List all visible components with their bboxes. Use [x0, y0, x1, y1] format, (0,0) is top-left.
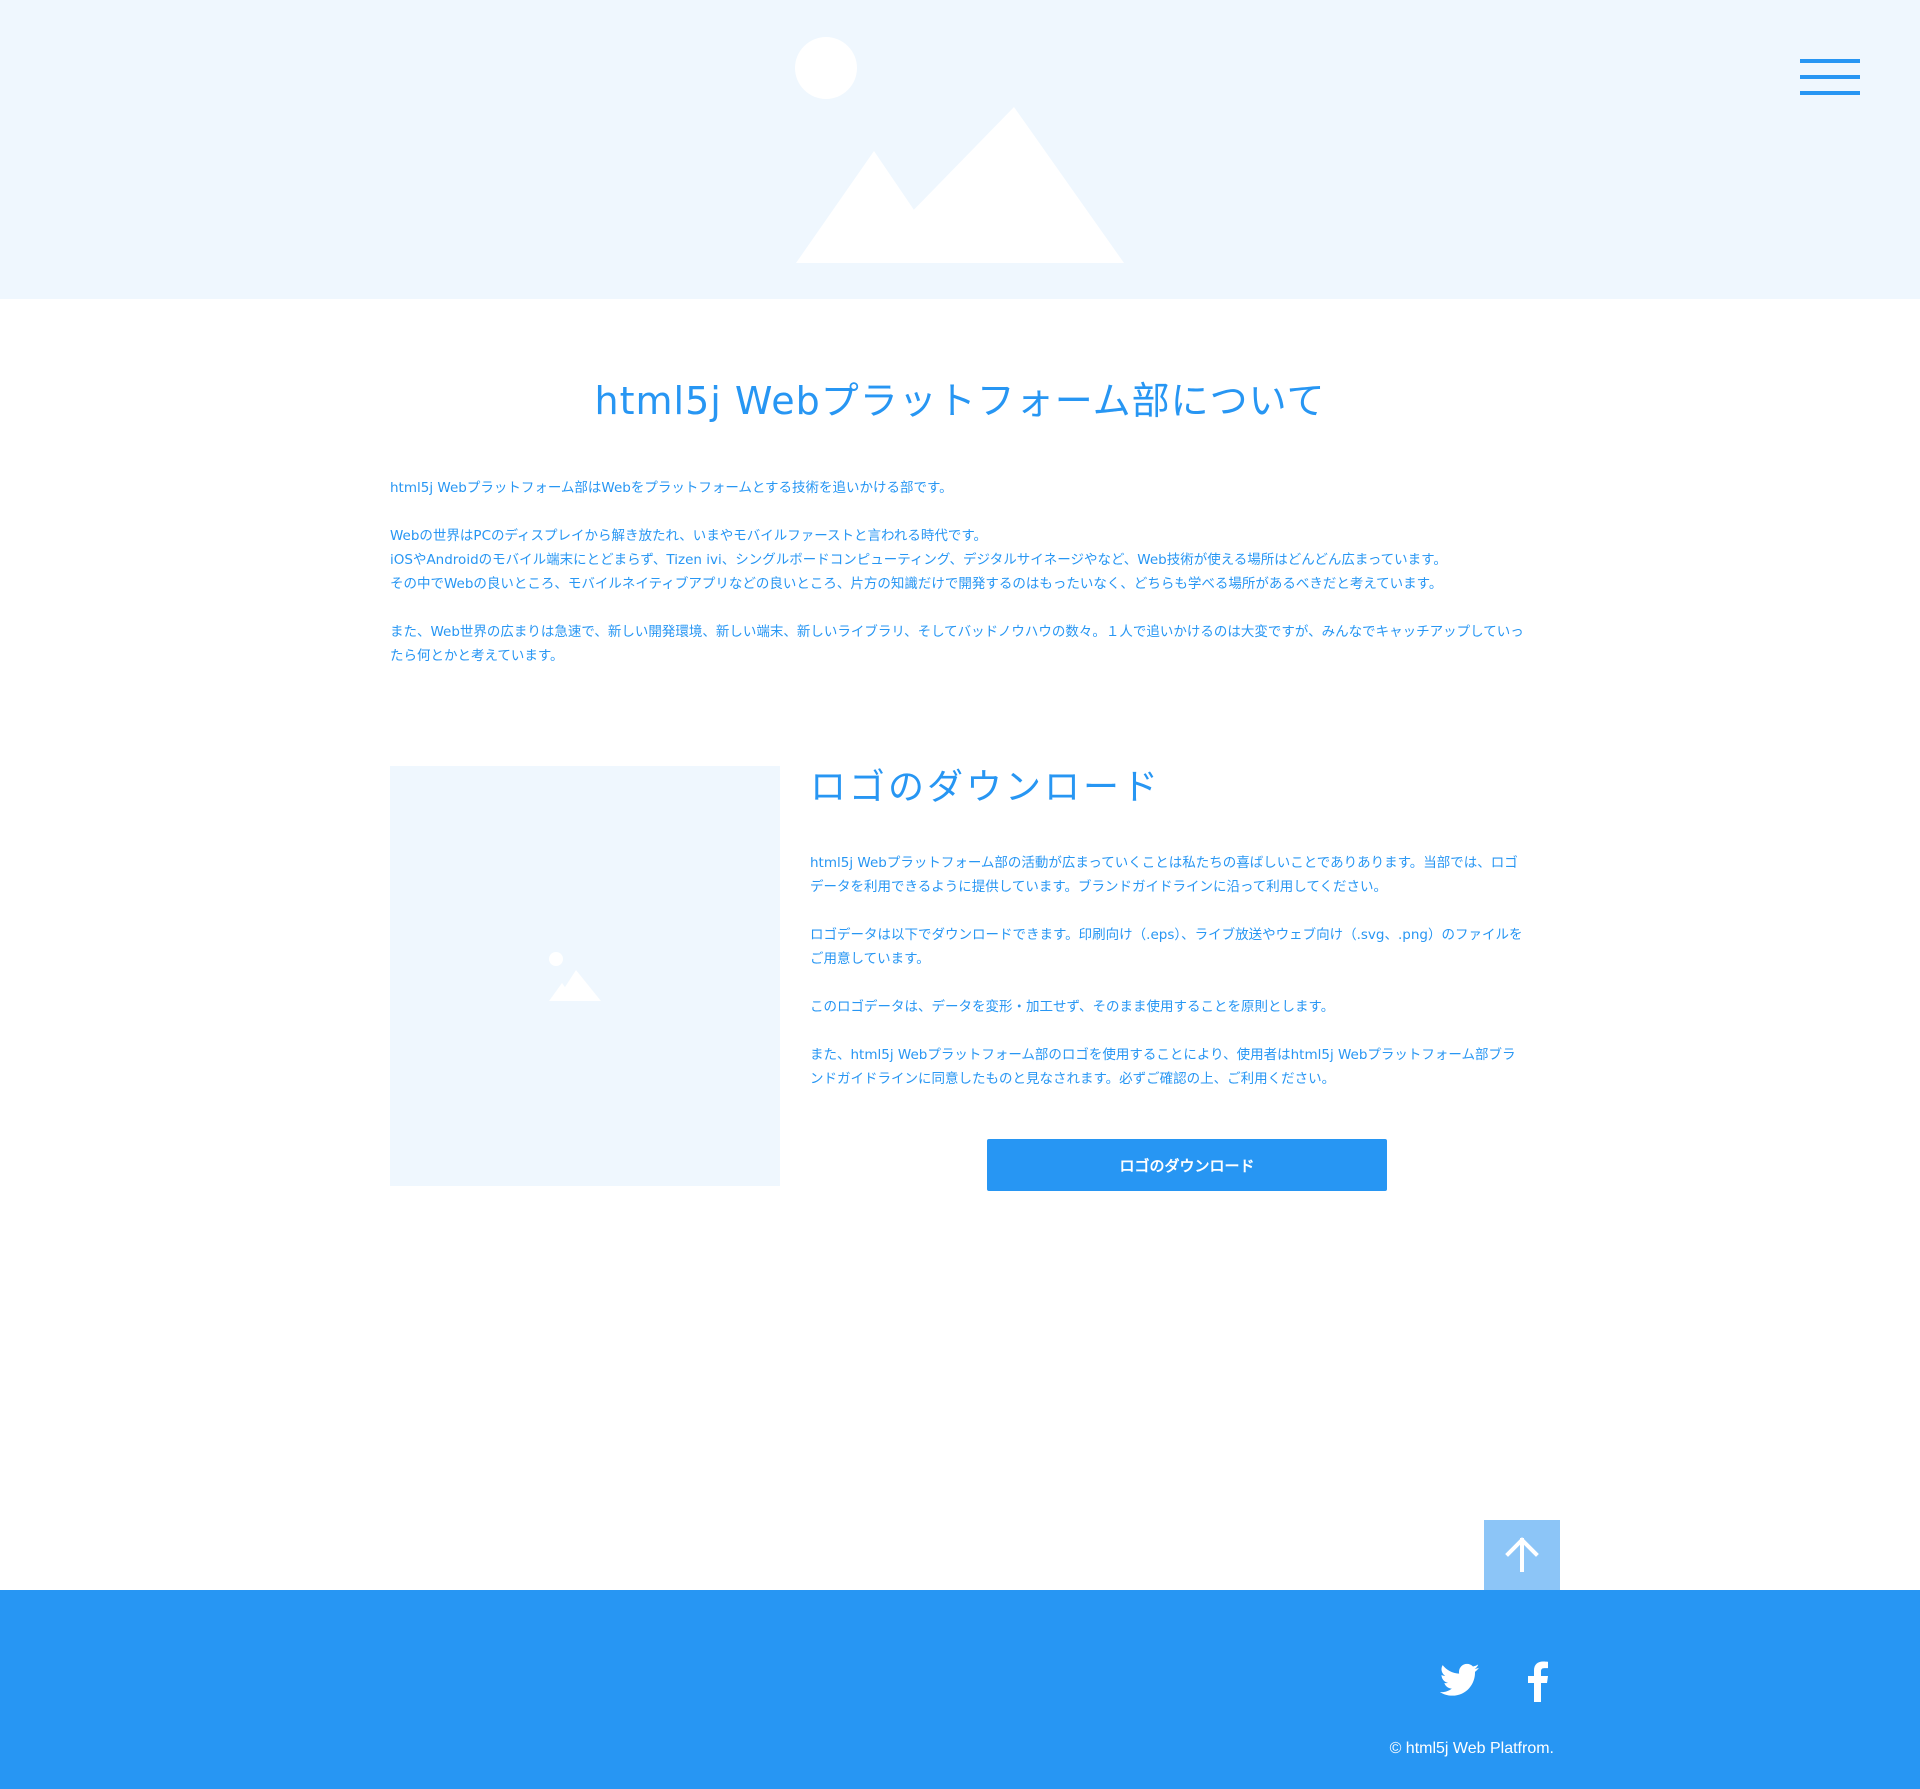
about-line: Webの世界はPCのディスプレイから解き放たれ、いまやモバイルファーストと言われ… — [390, 528, 987, 544]
logo-download-button[interactable]: ロゴのダウンロード — [987, 1139, 1387, 1191]
about-paragraph: html5j Webプラットフォーム部はWebをプラットフォームとする技術を追い… — [390, 476, 1525, 500]
about-body: html5j Webプラットフォーム部はWebをプラットフォームとする技術を追い… — [390, 476, 1525, 692]
logo-image-placeholder — [390, 766, 780, 1186]
about-line: また、Web世界の広まりは急速で、新しい開発環境、新しい端末、新しいライブラリ、… — [390, 624, 1524, 664]
sun-shape — [549, 952, 563, 966]
logo-download-title: ロゴのダウンロード — [810, 767, 1162, 808]
hamburger-menu-button[interactable] — [1795, 55, 1861, 103]
footer: © html5j Web Platfrom. — [0, 1590, 1920, 1789]
menu-line — [1800, 91, 1860, 95]
arrow-up-icon — [1505, 1537, 1539, 1572]
about-line: iOSやAndroidのモバイル端末にとどまらず、Tizen ivi、シングルボ… — [390, 552, 1447, 568]
facebook-icon — [1528, 1661, 1548, 1702]
back-to-top-button[interactable] — [1484, 1520, 1560, 1590]
large-mountain-shape — [862, 107, 1124, 263]
about-line: その中でWebの良いところ、モバイルネイティブアプリなどの良いところ、片方の知識… — [390, 576, 1443, 592]
hero-header — [0, 0, 1920, 299]
twitter-icon — [1439, 1663, 1480, 1696]
logo-paragraph: html5j Webプラットフォーム部の活動が広まっていくことは私たちの喜ばしい… — [810, 855, 1518, 895]
hero-image-placeholder-icon — [795, 37, 1124, 263]
about-title: html5j Webプラットフォーム部について — [594, 379, 1326, 423]
logo-paragraph: このロゴデータは、データを変形・加工せず、そのまま使用することを原則とします。 — [810, 999, 1335, 1015]
about-line: html5j Webプラットフォーム部はWebをプラットフォームとする技術を追い… — [390, 480, 953, 496]
image-placeholder-icon — [549, 952, 601, 1001]
menu-line — [1800, 59, 1860, 63]
copyright-text: © html5j Web Platfrom. — [1389, 1740, 1554, 1757]
twitter-link[interactable] — [1439, 1660, 1480, 1700]
sun-shape — [795, 37, 857, 99]
logo-paragraph: また、html5j Webプラットフォーム部のロゴを使用することにより、使用者は… — [810, 1047, 1516, 1087]
about-paragraph: また、Web世界の広まりは急速で、新しい開発環境、新しい端末、新しいライブラリ、… — [390, 620, 1525, 668]
logo-download-body: html5j Webプラットフォーム部の活動が広まっていくことは私たちの喜ばしい… — [810, 851, 1525, 1115]
menu-line — [1800, 75, 1860, 79]
logo-paragraph: ロゴデータは以下でダウンロードできます。印刷向け（.eps）、ライブ放送やウェブ… — [810, 927, 1523, 967]
facebook-link[interactable] — [1520, 1658, 1556, 1702]
about-paragraph: Webの世界はPCのディスプレイから解き放たれ、いまやモバイルファーストと言われ… — [390, 524, 1525, 596]
